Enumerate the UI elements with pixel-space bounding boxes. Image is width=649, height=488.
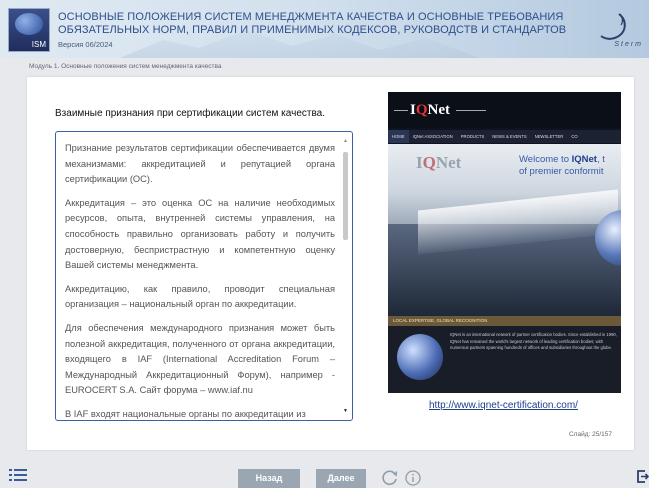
course-title-line1: ОСНОВНЫЕ ПОЛОЖЕНИЯ СИСТЕМ МЕНЕДЖМЕНТА КА… (58, 11, 564, 23)
hero-logo-net: Net (435, 153, 462, 172)
iqnet-hero: IQNet Welcome to IQNet, t of premier con… (388, 144, 621, 316)
welcome-line2: of premier conformit (519, 166, 604, 177)
paragraph: Аккредитация – это оценка ОС на наличие … (65, 197, 335, 271)
next-button[interactable]: Далее (316, 469, 366, 488)
back-button[interactable]: Назад (238, 469, 300, 488)
ism-logo: ISM (8, 8, 50, 52)
hero-logo-i: I (416, 153, 423, 172)
iqnet-tagline: LOCAL EXPERTISE, GLOBAL RECOGNITION (388, 316, 621, 326)
footer-toolbar: Назад Далее (0, 455, 649, 488)
nav-item: CO (571, 134, 578, 139)
iqnet-description: IQNet is an international network of par… (450, 332, 617, 350)
globe-icon (397, 334, 443, 380)
paragraph: Аккредитацию, как правило, проводит спец… (65, 283, 335, 310)
welcome-end: , t (596, 154, 605, 165)
course-title: ОСНОВНЫЕ ПОЛОЖЕНИЯ СИСТЕМ МЕНЕДЖМЕНТА КА… (58, 11, 566, 37)
iqnet-website-image: IQNet HOME IQNet ASSOCIATION PRODUCTS NE… (388, 92, 621, 393)
paragraph: Для обеспечения международного признания… (65, 322, 335, 396)
scroll-down-arrow-icon[interactable]: ▼ (343, 408, 348, 414)
iqnet-link[interactable]: http://www.iqnet-certification.com/ (429, 400, 578, 411)
welcome-line1: Welcome to IQNet, t (519, 154, 605, 166)
breadcrumb: Модуль 1. Основные положения систем мене… (29, 63, 222, 70)
welcome-pre: Welcome to (519, 154, 572, 165)
iqnet-nav: HOME IQNet ASSOCIATION PRODUCTS NEWS & E… (388, 130, 621, 143)
nav-item: NEWSLETTER (534, 134, 564, 139)
logo-line-right (456, 110, 486, 111)
paragraph: В IAF входят национальные органы по аккр… (65, 408, 306, 419)
scrollable-text-panel[interactable]: Признание результатов сертификации обесп… (55, 131, 353, 421)
hero-logo-q: Q (422, 153, 436, 172)
slide-card: Взаимные признания при сертификации сист… (27, 77, 634, 450)
slide-counter: Слайд: 25/157 (568, 431, 612, 438)
version-label: Версия 06/2024 (58, 40, 113, 49)
logo-q: Q (415, 102, 428, 118)
menu-list-icon[interactable] (9, 468, 27, 482)
iqnet-site-header: IQNet (388, 92, 621, 128)
nav-item: HOME (388, 130, 409, 143)
logo-net: Net (427, 102, 451, 118)
brand-text: Sterm (614, 41, 643, 48)
iqnet-info-panel: IQNet is an international network of par… (388, 326, 621, 393)
iqnet-logo: IQNet (410, 102, 450, 119)
refresh-icon[interactable] (381, 469, 399, 487)
nav-item: PRODUCTS (460, 134, 485, 139)
course-title-line2: ОБЯЗАТЕЛЬНЫХ НОРМ, ПРАВИЛ И ПРИМЕНИМЫХ К… (58, 24, 567, 36)
scrollbar[interactable]: ▲ ▼ (342, 138, 349, 414)
hero-iqnet-logo: IQNet (416, 153, 461, 173)
logo-line-left (394, 110, 408, 111)
paragraph: Признание результатов сертификации обесп… (65, 143, 335, 185)
scrollbar-thumb[interactable] (343, 152, 348, 240)
welcome-brand: IQNet (571, 154, 597, 165)
header: ISM ОСНОВНЫЕ ПОЛОЖЕНИЯ СИСТЕМ МЕНЕДЖМЕНТ… (0, 0, 649, 58)
hero-welcome-text: Welcome to IQNet, t of premier conformit (519, 154, 605, 178)
scroll-up-arrow-icon[interactable]: ▲ (343, 138, 348, 144)
slide-heading: Взаимные признания при сертификации сист… (55, 108, 326, 119)
nav-item: IQNet ASSOCIATION (412, 134, 453, 139)
globe-icon (15, 13, 43, 35)
text-content: Признание результатов сертификации обесп… (65, 141, 335, 420)
info-icon[interactable] (405, 470, 421, 486)
exit-icon[interactable] (636, 469, 649, 484)
logo-text: ISM (31, 40, 46, 49)
nav-item: NEWS & EVENTS (492, 134, 527, 139)
